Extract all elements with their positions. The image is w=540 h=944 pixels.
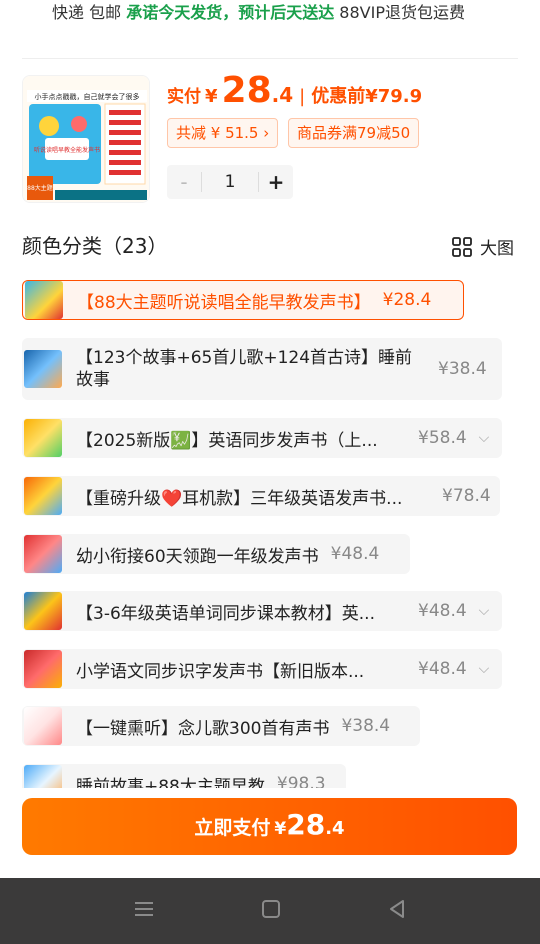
option-label: 【一键熏听】念儿歌300首有声书 (76, 718, 330, 739)
thumb-badge: 88大主题 (27, 184, 53, 192)
option-thumbnail (24, 650, 62, 688)
pay-button-label: 立即支付 (194, 817, 271, 839)
coupon-tag: 商品券满79减50 (288, 118, 420, 148)
thumb-title: 听说读唱早教全能发声书 (34, 146, 100, 154)
option-label: 小学语文同步识字发声书【新旧版本... (76, 661, 365, 682)
divider (22, 58, 518, 59)
option-price: ¥38.4 (438, 359, 487, 379)
grid-icon (452, 236, 472, 257)
product-thumbnail[interactable]: 小手点点戳戳，自己就学会了很多 听说读唱早教全能发声书 88大主题 (22, 75, 150, 203)
chevron-down-icon: ⌵ (478, 430, 490, 446)
option-price: ¥28.4 (382, 290, 432, 310)
thumb-top-text: 小手点点戳戳，自己就学会了很多 (35, 92, 140, 101)
price-separator: | (299, 86, 306, 107)
pay-button-price-decimal: .4 (325, 818, 345, 839)
option-item[interactable]: 【重磅升级❤️耳机款】三年级英语发声书... ¥78.4 (22, 476, 500, 516)
option-price: ¥48.4 (418, 659, 467, 679)
option-label: 【88大主题听说读唱全能早教发声书】 (77, 292, 371, 313)
option-list-clip: 睡前故事+88大主题早教 ¥98.3 (0, 760, 540, 788)
option-label: 【3-6年级英语单词同步课本教材】英... (76, 603, 375, 624)
option-price: ¥78.4 (442, 486, 491, 506)
back-icon[interactable] (387, 899, 407, 923)
price-integer: 28 (221, 70, 272, 111)
option-label: 【2025新版💹】英语同步发声书（上... (76, 430, 378, 451)
color-category-title: 颜色分类（23） (22, 234, 168, 258)
option-item[interactable]: 小学语文同步识字发声书【新旧版本... ¥48.4 ⌵ (22, 649, 502, 689)
currency: ¥ (205, 86, 218, 107)
option-item[interactable]: 【88大主题听说读唱全能早教发声书】 ¥28.4 (22, 280, 464, 320)
price-decimal: .4 (271, 83, 294, 107)
price-line: 实付 ¥ 28 .4 | 优惠前 ¥79.9 (167, 70, 422, 114)
option-price: ¥98.3 (276, 774, 326, 788)
option-thumbnail (24, 707, 62, 745)
return-shipping-note: 88VIP退货包运费 (339, 3, 465, 22)
system-nav-bar (0, 878, 540, 944)
option-price: ¥48.4 (418, 601, 467, 621)
big-picture-toggle[interactable]: 大图 (452, 234, 514, 259)
option-price: ¥58.4 (418, 428, 467, 448)
option-item[interactable]: 睡前故事+88大主题早教 ¥98.3 (22, 764, 346, 788)
chevron-right-icon: › (263, 124, 270, 142)
shipping-promise: 承诺今天发货，预计后天送达 (126, 3, 335, 22)
pay-now-button[interactable]: 立即支付 ¥ 28 .4 (22, 798, 517, 855)
pay-button-price-integer: 28 (286, 808, 326, 841)
option-thumbnail (24, 350, 62, 388)
option-label: 【重磅升级❤️耳机款】三年级英语发声书... (76, 488, 403, 509)
option-item[interactable]: 【3-6年级英语单词同步课本教材】英... ¥48.4 ⌵ (22, 591, 502, 631)
home-icon[interactable] (261, 899, 281, 923)
option-thumbnail (24, 419, 62, 457)
option-price: ¥38.4 (341, 716, 391, 736)
decrease-button[interactable]: - (167, 170, 201, 194)
product-image: 小手点点戳戳，自己就学会了很多 听说读唱早教全能发声书 88大主题 (23, 76, 149, 202)
quantity-stepper: - 1 + (167, 165, 293, 199)
original-label: 优惠前 (311, 86, 366, 107)
option-label: 睡前故事+88大主题早教 (76, 776, 265, 789)
quantity-value[interactable]: 1 (201, 172, 259, 192)
discount-text: 共减 ¥ 51.5 (176, 124, 259, 142)
option-thumbnail (24, 477, 62, 515)
option-item[interactable]: 【123个故事+65首儿歌+124首古诗】睡前故事 ¥38.4 (22, 338, 502, 400)
menu-icon[interactable] (133, 900, 155, 922)
increase-button[interactable]: + (259, 170, 293, 194)
option-thumbnail (24, 535, 62, 573)
option-thumbnail (24, 765, 62, 788)
discount-tag[interactable]: 共减 ¥ 51.5 › (167, 118, 279, 148)
option-price: ¥48.4 (330, 544, 380, 564)
original-price: ¥79.9 (365, 86, 423, 107)
big-picture-label: 大图 (480, 239, 514, 259)
pay-button-currency: ¥ (274, 819, 287, 839)
option-thumbnail (25, 281, 63, 319)
chevron-down-icon: ⌵ (478, 661, 490, 677)
shipping-info: 快递 包邮 承诺今天发货，预计后天送达 88VIP退货包运费 (52, 0, 502, 25)
shipping-method: 快递 包邮 (52, 3, 122, 22)
pay-label: 实付 (167, 87, 201, 107)
option-label: 【123个故事+65首儿歌+124首古诗】睡前故事 (76, 348, 413, 390)
option-item[interactable]: 幼小衔接60天领跑一年级发声书 ¥48.4 (22, 534, 410, 574)
option-item[interactable]: 【一键熏听】念儿歌300首有声书 ¥38.4 (22, 706, 420, 746)
chevron-down-icon: ⌵ (478, 603, 490, 619)
option-item[interactable]: 【2025新版💹】英语同步发声书（上... ¥58.4 ⌵ (22, 418, 502, 458)
option-thumbnail (24, 592, 62, 630)
option-label: 幼小衔接60天领跑一年级发声书 (76, 546, 319, 567)
